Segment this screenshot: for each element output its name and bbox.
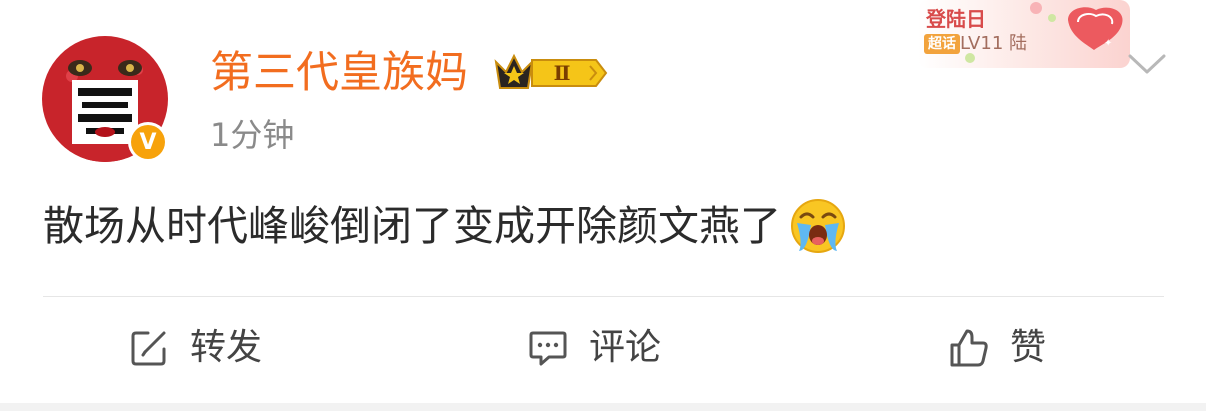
supertopic-label: 超话 [924, 34, 960, 54]
comment-label: 评论 [589, 327, 662, 368]
verified-icon: V [131, 125, 165, 159]
member-level-badge[interactable]: Ⅱ [492, 50, 608, 96]
chevron-down-icon [1128, 54, 1166, 74]
svg-text:✦: ✦ [1104, 38, 1112, 49]
checkin-title: 登陆日 [926, 7, 986, 31]
post-text: 散场从时代峰峻倒闭了变成开除颜文燕了 [43, 202, 781, 250]
supertopic-level: LV11 陆 [960, 33, 1027, 54]
avatar[interactable]: V [42, 36, 168, 162]
like-button[interactable]: 赞 [948, 318, 1046, 378]
verified-badge: V [128, 122, 168, 162]
repost-button[interactable]: 转发 [128, 318, 262, 378]
post-timestamp: 1分钟 [210, 116, 295, 154]
username[interactable]: 第三代皇族妈 [210, 44, 468, 102]
feed-separator [0, 403, 1206, 411]
post-menu-button[interactable] [1128, 50, 1166, 76]
comment-button[interactable]: 评论 [527, 318, 661, 378]
like-label: 赞 [1010, 327, 1047, 368]
divider [43, 296, 1164, 297]
badge-level-text: Ⅱ [554, 61, 571, 85]
crown-icon: Ⅱ [494, 53, 608, 89]
post-card: V 第三代皇族妈 Ⅱ 1分钟 ✦ 登陆日 超话 LV11 陆 散场从时代峰峻倒闭… [0, 0, 1206, 403]
repost-label: 转发 [190, 327, 263, 368]
crying-face-emoji-icon [789, 197, 847, 255]
thumbs-up-icon [950, 329, 988, 367]
post-content: 散场从时代峰峻倒闭了变成开除颜文燕了 [43, 196, 847, 256]
comment-bubble-icon [529, 331, 567, 366]
share-edit-icon [131, 331, 166, 366]
